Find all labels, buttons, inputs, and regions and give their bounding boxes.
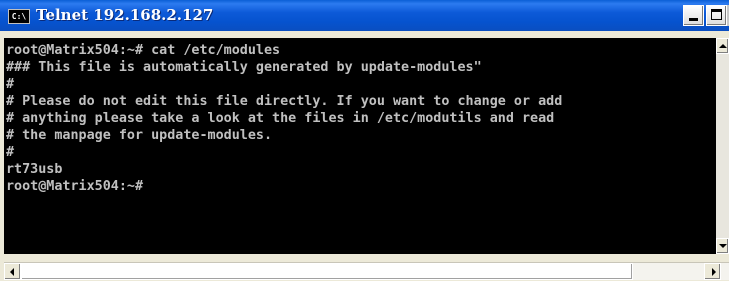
minimize-button[interactable] <box>683 5 704 26</box>
terminal-line: # anything please take a look at the fil… <box>6 111 555 126</box>
title-bar[interactable]: C:\ Telnet 192.168.2.127 <box>0 0 729 31</box>
scroll-left-button[interactable] <box>4 263 21 280</box>
terminal-line: rt73usb <box>6 162 63 177</box>
terminal-output[interactable]: root@Matrix504:~# cat /etc/modules ### T… <box>4 38 716 254</box>
vertical-scrollbar[interactable] <box>716 38 729 254</box>
terminal-line: # Please do not edit this file directly.… <box>6 94 563 109</box>
terminal-line: ### This file is automatically generated… <box>6 60 482 75</box>
telnet-window: C:\ Telnet 192.168.2.127 root@Matrix504:… <box>0 0 729 281</box>
terminal-line: root@Matrix504:~# cat /etc/modules <box>6 43 281 58</box>
window-title: Telnet 192.168.2.127 <box>36 6 214 24</box>
terminal-line: # the manpage for update-modules. <box>6 128 273 143</box>
scroll-up-button[interactable] <box>716 38 729 54</box>
maximize-button[interactable] <box>706 5 727 26</box>
horizontal-scrollbar[interactable] <box>4 262 729 280</box>
minimize-icon <box>689 18 698 21</box>
horizontal-scroll-thumb[interactable] <box>21 263 633 280</box>
arrow-left-icon <box>10 268 14 276</box>
scroll-right-button[interactable] <box>704 263 721 280</box>
arrow-up-icon <box>719 44 727 48</box>
scroll-down-button[interactable] <box>716 238 729 254</box>
console-icon[interactable]: C:\ <box>8 9 30 24</box>
terminal-prompt: root@Matrix504:~# <box>6 179 144 194</box>
maximize-icon <box>711 9 722 20</box>
arrow-right-icon <box>712 268 716 276</box>
arrow-down-icon <box>719 244 727 248</box>
terminal-line: # <box>6 77 15 92</box>
window-frame <box>0 31 729 38</box>
terminal-line: # <box>6 145 15 160</box>
